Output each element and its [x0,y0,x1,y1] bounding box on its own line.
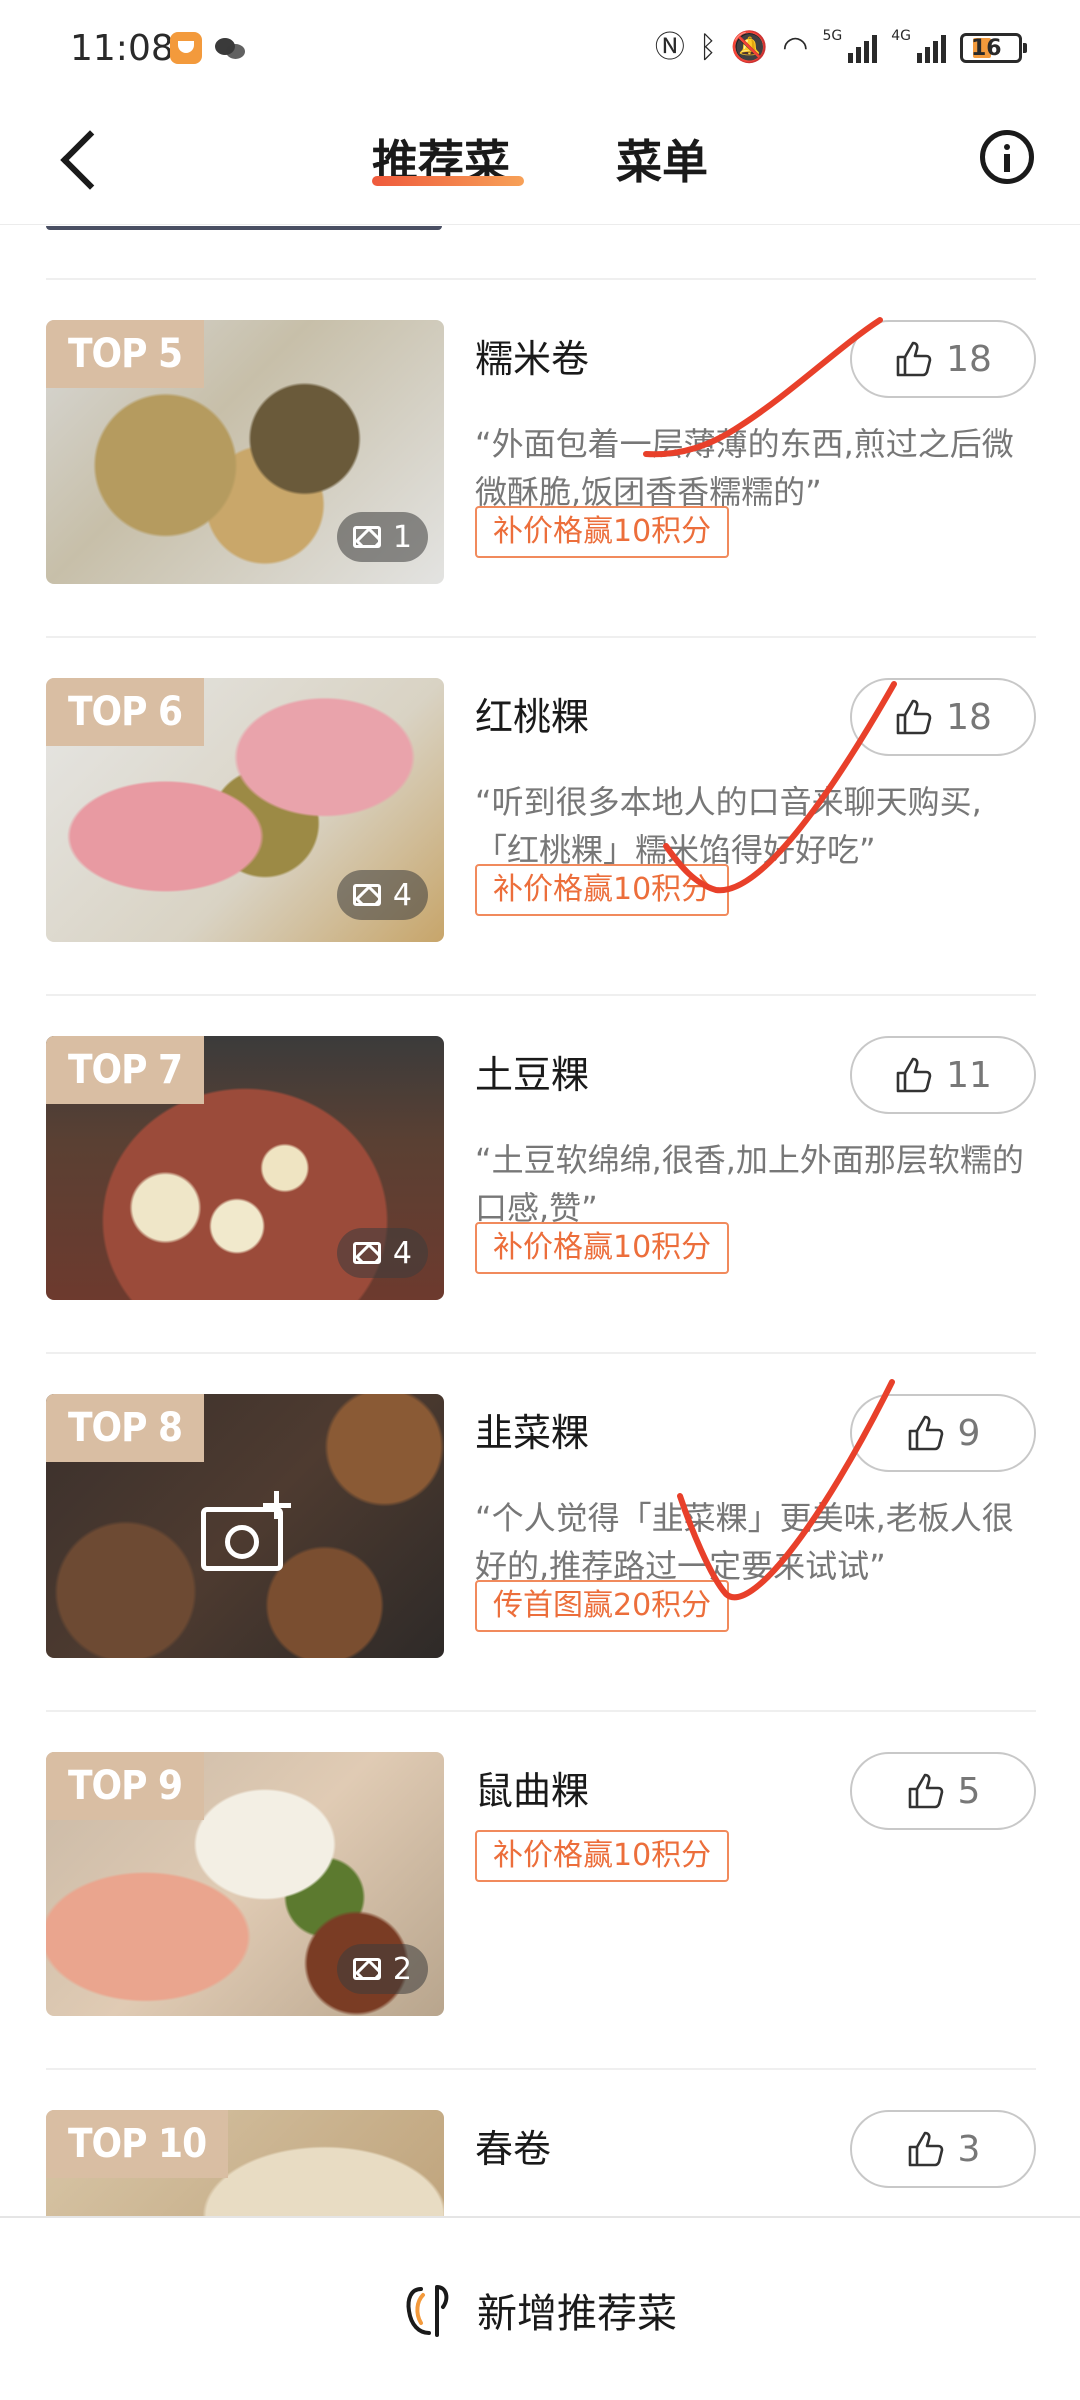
thumbs-up-icon [908,2131,943,2167]
image-icon [352,1242,381,1264]
net-label-4g: 4G [891,28,911,44]
like-button[interactable]: 18 [850,320,1036,398]
like-button[interactable]: 9 [850,1394,1036,1472]
dish-item[interactable]: TOP 8 韭菜粿 9 “个人觉得「韭菜粿」更美味,老板人很好的,推荐路过一定要… [0,1354,1080,1712]
dish-name[interactable]: 鼠曲粿 [475,1760,589,1815]
dish-photo-placeholder[interactable]: TOP 8 [46,1394,444,1658]
dish-review-quote: “外面包着一层薄薄的东西,煎过之后微微酥脆,饭团香香糯糯的” [475,425,1014,511]
wechat-icon [215,34,245,60]
bonus-tag[interactable]: 补价格赢10积分 [475,1222,730,1274]
back-arrow-icon[interactable] [55,125,115,195]
rank-badge: TOP 6 [46,678,205,746]
dish-photo[interactable]: TOP 6 4 [46,678,444,942]
battery-level: 16 [971,35,1002,61]
thumbs-up-icon [896,1057,932,1093]
rank-badge: TOP 8 [46,1394,205,1462]
dish-review-quote: “听到很多本地人的口音来聊天购买,「红桃粿」糯米馅得好好吃” [475,783,982,869]
photo-count: 4 [336,1228,428,1278]
like-button[interactable]: 3 [850,2110,1036,2188]
net-label-5g: 5G [822,28,843,44]
dish-review-quote: “土豆软绵绵,很香,加上外面那层软糯的口感,赞” [475,1141,1024,1227]
dish-name[interactable]: 春卷 [475,2118,551,2173]
add-recommended-dish-label: 新增推荐菜 [477,2291,677,2337]
thumbs-up-icon [896,699,932,735]
info-icon[interactable] [980,130,1034,184]
signal-4g-icon [917,33,946,63]
nfc-icon: Ⓝ [654,30,685,65]
bonus-tag[interactable]: 补价格赢10积分 [475,864,730,916]
status-icons: Ⓝ ᛒ 🔕 ◠ 5G 4G 16 [654,26,1027,70]
notification-app-icon [170,32,202,64]
tab-menu[interactable]: 菜单 [616,126,708,192]
thumbs-up-icon [908,1415,943,1451]
bonus-tag[interactable]: 传首图赢20积分 [475,1580,730,1632]
dish-photo[interactable]: TOP 7 4 [46,1036,444,1300]
dish-review-quote: “个人觉得「韭菜粿」更美味,老板人很好的,推荐路过一定要来试试” [475,1499,1014,1585]
dish-name[interactable]: 土豆粿 [475,1044,589,1099]
wifi-icon: ◠ [782,30,809,65]
dish-name[interactable]: 糯米卷 [475,328,589,383]
photo-count: 2 [336,1944,428,1994]
bottom-action-bar: 新增推荐菜 [0,2216,1080,2400]
bonus-tag[interactable]: 补价格赢10积分 [475,506,730,558]
photo-count: 4 [336,870,428,920]
like-button[interactable]: 5 [850,1752,1036,1830]
photo-count: 1 [336,512,428,562]
dish-photo[interactable]: TOP 5 1 [46,320,444,584]
rank-badge: TOP 9 [46,1752,205,1820]
status-time: 11:08 [70,28,174,69]
like-count: 5 [957,1770,981,1812]
dish-list[interactable]: TOP 5 1 糯米卷 18 “外面包着一层薄薄的东西,煎过之后微微酥脆,饭团香… [0,226,1080,2216]
thumbs-up-icon [896,341,932,377]
dish-item[interactable]: TOP 6 4 红桃粿 18 “听到很多本地人的口音来聊天购买,「红桃粿」糯米馅… [0,638,1080,996]
mute-icon: 🔕 [730,30,769,65]
like-count: 9 [957,1412,981,1454]
previous-item-image-edge [46,226,442,230]
dish-item[interactable]: TOP 9 2 鼠曲粿 5 补价格赢10积分 [0,1712,1080,2070]
like-button[interactable]: 11 [850,1036,1036,1114]
rank-badge: TOP 10 [46,2110,229,2178]
like-count: 3 [957,2128,981,2170]
rank-badge: TOP 7 [46,1036,205,1104]
dish-name[interactable]: 红桃粿 [475,686,589,741]
dish-item[interactable]: TOP 7 4 土豆粿 11 “土豆软绵绵,很香,加上外面那层软糯的口感,赞” … [0,996,1080,1354]
add-recommended-dish-button[interactable]: 新增推荐菜 [0,2218,1080,2400]
dish-name[interactable]: 韭菜粿 [475,1402,589,1457]
image-icon [352,526,381,548]
thumbs-up-icon [908,1773,943,1809]
rank-badge: TOP 5 [46,320,205,388]
dish-photo[interactable]: TOP 9 2 [46,1752,444,2016]
signal-5g-icon [848,33,878,63]
like-count: 18 [946,338,992,380]
battery-icon: 16 [960,33,1027,63]
dish-photo[interactable]: TOP 10 [46,2110,444,2216]
dish-item[interactable]: TOP 10 春卷 3 [0,2070,1080,2216]
image-icon [352,1958,381,1980]
chef-hat-icon [406,2285,449,2337]
active-tab-indicator [372,176,524,186]
bluetooth-icon: ᛒ [698,30,717,65]
dish-item[interactable]: TOP 5 1 糯米卷 18 “外面包着一层薄薄的东西,煎过之后微微酥脆,饭团香… [0,280,1080,638]
like-count: 11 [946,1054,992,1096]
like-button[interactable]: 18 [850,678,1036,756]
image-icon [352,884,381,906]
camera-add-icon[interactable] [201,1489,291,1579]
bonus-tag[interactable]: 补价格赢10积分 [475,1830,730,1882]
status-bar: 11:08 Ⓝ ᛒ 🔕 ◠ 5G 4G 16 [0,0,1080,100]
top-nav-bar: 推荐菜 菜单 [0,100,1080,225]
like-count: 18 [946,696,992,738]
